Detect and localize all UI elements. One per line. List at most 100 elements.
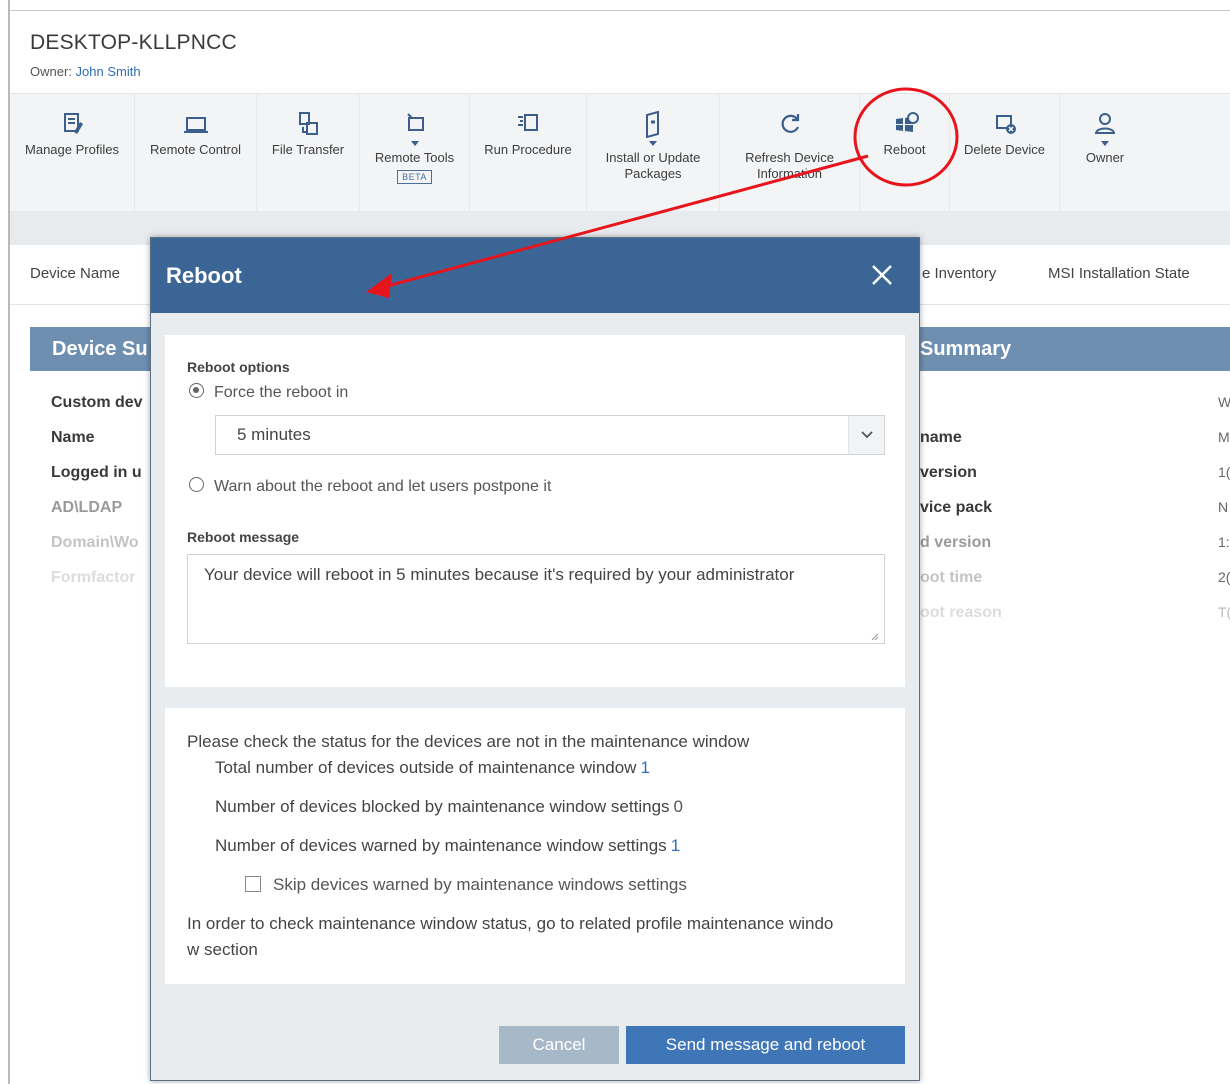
reboot-delay-select[interactable]: 5 minutes — [215, 415, 885, 455]
install-update-label-line1: Install or Update — [605, 150, 701, 165]
bg-row-custom-device: Custom dev — [51, 394, 143, 411]
packages-dropdown-caret — [649, 141, 657, 146]
tab-device-name[interactable]: Device Name — [30, 265, 120, 282]
refresh-label-line1: Refresh Device — [745, 150, 834, 165]
device-title: DESKTOP-KLLPNCC — [30, 31, 237, 54]
remote-tools-label: Remote Tools — [374, 150, 455, 165]
manage-profiles-button[interactable]: Manage Profiles — [10, 94, 135, 212]
run-procedure-label: Run Procedure — [484, 142, 572, 157]
tab-software-inventory[interactable]: e Inventory — [922, 265, 996, 282]
manage-profiles-icon — [57, 110, 87, 138]
reboot-message-input[interactable]: Your device will reboot in 5 minutes bec… — [187, 554, 885, 644]
bg-value: 2( — [1218, 569, 1230, 585]
tab-msi-installation-state[interactable]: MSI Installation State — [1048, 265, 1190, 282]
remote-control-button[interactable]: Remote Control — [135, 94, 257, 212]
reboot-message-label: Reboot message — [187, 529, 300, 545]
beta-badge: BETA — [397, 170, 432, 184]
refresh-label-line2: Information — [756, 166, 823, 181]
reboot-dialog: Reboot Reboot options Force the reboot i… — [150, 237, 920, 1081]
reboot-label: Reboot — [883, 142, 926, 157]
device-toolbar: Manage Profiles Remote Control File Tran… — [10, 93, 1230, 212]
reboot-delay-value: 5 minutes — [237, 425, 311, 444]
bg-value: T( — [1218, 604, 1230, 620]
warned-label: Number of devices warned by maintenance … — [215, 836, 667, 855]
force-reboot-option[interactable]: Force the reboot in — [189, 383, 349, 402]
warn-reboot-option[interactable]: Warn about the reboot and let users post… — [189, 477, 552, 496]
remote-control-label: Remote Control — [149, 142, 242, 157]
footer-note-line1: In order to check maintenance window sta… — [187, 914, 834, 933]
delete-device-button[interactable]: Delete Device — [950, 94, 1060, 212]
delete-device-icon — [990, 110, 1020, 138]
close-icon[interactable] — [867, 260, 897, 290]
bg-row-boot-time: oot time — [920, 569, 983, 586]
device-summary-title: Device Su — [52, 338, 148, 360]
remote-tools-dropdown-caret — [410, 141, 419, 146]
warned-row: Number of devices warned by maintenance … — [215, 836, 680, 856]
maintenance-status-intro: Please check the status for the devices … — [187, 732, 750, 751]
os-summary-panel-header: Summary — [920, 327, 1230, 371]
maintenance-window-section: Please check the status for the devices … — [165, 708, 905, 984]
bg-row-domain-workgroup: Domain\Wo — [51, 534, 139, 551]
total-outside-row: Total number of devices outside of maint… — [215, 758, 650, 778]
bg-row-build-version: d version — [920, 534, 992, 551]
os-summary-title: Summary — [920, 338, 1012, 360]
bg-value: 1( — [1218, 464, 1230, 480]
run-procedure-icon — [513, 110, 543, 138]
blocked-value: 0 — [673, 797, 683, 816]
owner-label: Owner: — [30, 64, 72, 79]
bg-row-name: Name — [51, 429, 95, 446]
bg-row-service-pack: vice pack — [920, 499, 993, 516]
bg-row-logged-in-user: Logged in u — [51, 464, 142, 481]
remote-tools-button[interactable]: Remote Tools BETA — [360, 94, 470, 212]
owner-link[interactable]: John Smith — [76, 64, 141, 79]
package-icon — [638, 110, 668, 139]
resize-grip-icon[interactable] — [869, 628, 879, 641]
skip-warned-label: Skip devices warned by maintenance windo… — [273, 875, 687, 894]
owner-button[interactable]: Owner — [1060, 94, 1150, 212]
bg-value: N — [1218, 499, 1229, 515]
bg-row-ad-ldap: AD\LDAP — [51, 499, 123, 516]
bg-value: W — [1218, 394, 1230, 410]
delete-device-label: Delete Device — [964, 142, 1045, 157]
skip-warned-row[interactable]: Skip devices warned by maintenance windo… — [245, 875, 687, 895]
owner-dropdown-caret — [1101, 141, 1109, 146]
manage-profiles-label: Manage Profiles — [25, 142, 119, 157]
skip-warned-checkbox[interactable] — [245, 875, 261, 892]
owner-label-toolbar: Owner — [1085, 150, 1125, 165]
file-transfer-icon — [293, 110, 323, 138]
send-message-and-reboot-button[interactable]: Send message and reboot — [626, 1026, 905, 1064]
chevron-down-icon[interactable] — [848, 416, 884, 454]
reboot-dialog-title: Reboot — [166, 263, 242, 288]
warn-reboot-radio[interactable] — [189, 477, 204, 493]
total-outside-value[interactable]: 1 — [640, 758, 649, 777]
owner-icon — [1090, 110, 1120, 138]
file-transfer-button[interactable]: File Transfer — [257, 94, 360, 212]
bg-row-os-name: name — [920, 429, 962, 446]
file-transfer-label: File Transfer — [271, 142, 345, 157]
blocked-row: Number of devices blocked by maintenance… — [215, 797, 683, 817]
bg-row-os-version: version — [920, 464, 977, 481]
laptop-icon — [181, 110, 211, 138]
force-reboot-label: Force the reboot in — [214, 384, 349, 401]
reboot-icon — [890, 110, 920, 138]
blocked-label: Number of devices blocked by maintenance… — [215, 797, 670, 816]
install-update-packages-button[interactable]: Install or Update Packages — [587, 94, 720, 212]
owner-line: Owner: John Smith — [30, 64, 141, 79]
force-reboot-radio[interactable] — [189, 383, 204, 399]
bg-value: 1: — [1218, 534, 1230, 550]
total-outside-label: Total number of devices outside of maint… — [215, 758, 637, 777]
refresh-device-information-button[interactable]: Refresh Device Information — [720, 94, 860, 212]
bg-row-formfactor: Formfactor — [51, 569, 136, 586]
reboot-options-label: Reboot options — [187, 359, 290, 375]
warned-value[interactable]: 1 — [671, 836, 680, 855]
run-procedure-button[interactable]: Run Procedure — [470, 94, 587, 212]
install-update-label-line2: Packages — [624, 166, 682, 181]
reboot-options-section: Reboot options Force the reboot in 5 min… — [165, 335, 905, 687]
footer-note-line2: w section — [187, 940, 258, 959]
reboot-dialog-header: Reboot — [151, 238, 919, 313]
reboot-button[interactable]: Reboot — [860, 94, 950, 212]
refresh-icon — [775, 110, 805, 138]
bg-row-boot-reason: oot reason — [920, 604, 1002, 621]
warn-reboot-label: Warn about the reboot and let users post… — [214, 478, 552, 495]
cancel-button[interactable]: Cancel — [499, 1026, 619, 1064]
